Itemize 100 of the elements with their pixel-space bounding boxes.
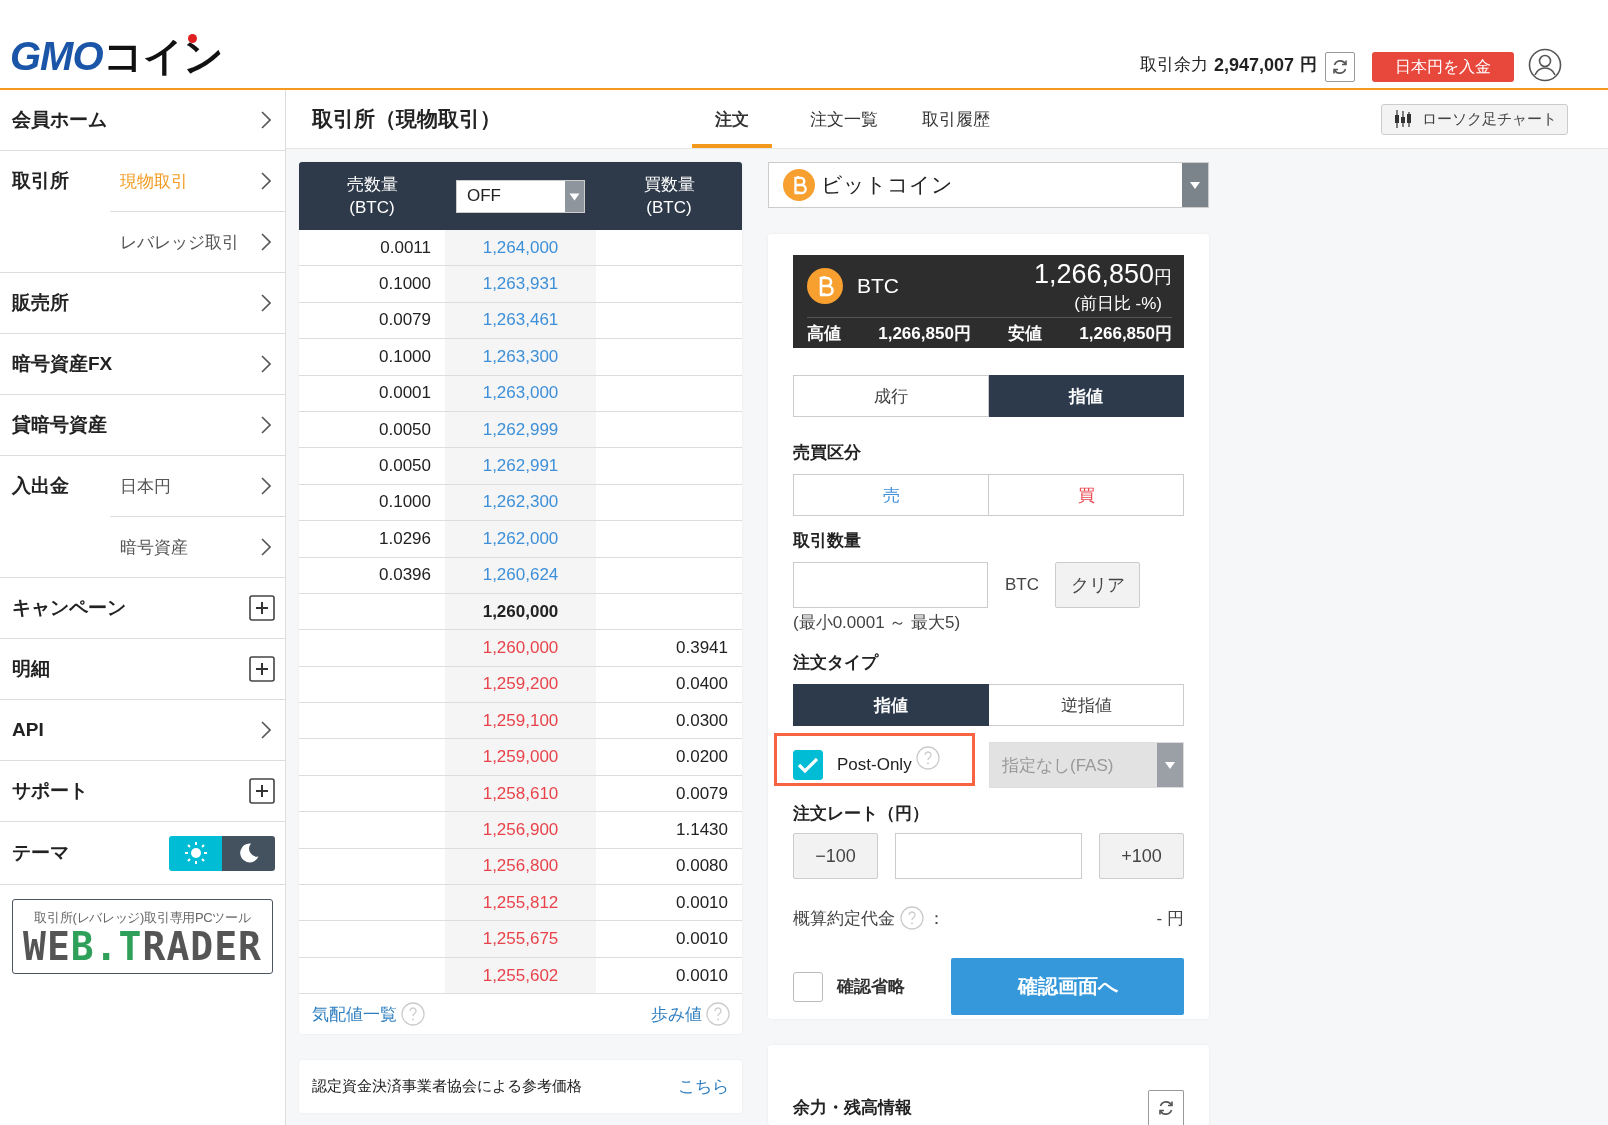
ticker-symbol: BTC — [857, 274, 900, 298]
web-trader-banner[interactable]: 取引所(レバレッジ)取引専用PCツール WEB.TRADER — [12, 899, 273, 974]
quantity-range: (最小0.0001 ～ 最大5) — [793, 612, 962, 634]
low-price: 1,266,850円 — [1079, 322, 1172, 345]
trade-history-link[interactable]: 歩み値 — [651, 1002, 702, 1026]
grouping-select[interactable]: OFF — [456, 179, 585, 213]
sidebar-item[interactable]: 会員ホーム — [0, 90, 285, 151]
order-type-tab[interactable]: 逆指値 — [989, 684, 1184, 726]
buy-quantity-cell-text: 0.0010 — [675, 928, 729, 951]
bid-price-cell[interactable]: 1,255,812 — [445, 885, 596, 921]
check-icon — [797, 756, 819, 774]
bid-price-cell[interactable]: 1,259,100 — [445, 703, 596, 739]
skip-confirm-label: 確認省略 — [837, 976, 905, 998]
ask-price-cell[interactable]: 1,263,000 — [445, 375, 596, 411]
buy-quantity-cell-text: 0.0200 — [675, 746, 729, 769]
chevron-right-icon — [261, 416, 271, 434]
side-button[interactable]: 買 — [989, 474, 1184, 516]
sell-quantity-header: 売数量 (BTC) — [345, 174, 399, 219]
ask-price-cell[interactable]: 1,262,300 — [445, 484, 596, 521]
plus-100-button[interactable]: +100 — [1099, 833, 1184, 879]
refresh-icon — [1157, 1099, 1175, 1117]
buy-quantity-cell-text: 0.0400 — [675, 673, 729, 696]
tab[interactable]: 注文一覧 — [804, 90, 884, 148]
bid-price-cell[interactable]: 1,256,800 — [445, 848, 596, 885]
sidebar-item[interactable]: サポート — [0, 761, 285, 822]
skip-confirm-checkbox[interactable] — [793, 971, 823, 1002]
ask-price-cell[interactable]: 1,262,999 — [445, 411, 596, 448]
buy-quantity-cell-text: 1.1430 — [675, 818, 729, 841]
sell-quantity-cell-text: 0.0050 — [378, 418, 432, 441]
buy-quantity-cell-text: 0.0010 — [675, 891, 729, 914]
chevron-right-icon — [261, 233, 271, 251]
sidebar-group-label: 取引所 — [11, 169, 70, 193]
tab[interactable]: 注文 — [692, 90, 772, 148]
deposit-button[interactable]: 日本円を入金 — [1372, 52, 1514, 82]
sidebar-item[interactable]: 貸暗号資産 — [0, 395, 285, 456]
sidebar-item[interactable]: 明細 — [0, 639, 285, 700]
sidebar-item[interactable]: API — [0, 700, 285, 761]
refresh-button[interactable] — [1148, 1090, 1184, 1125]
logo[interactable]: GMOコイン — [10, 36, 223, 76]
sidebar-subitem[interactable]: レバレッジ取引 — [110, 211, 285, 272]
help-icon[interactable] — [899, 906, 924, 930]
ask-price-cell[interactable]: 1,262,991 — [445, 448, 596, 484]
bid-price-cell[interactable]: 1,259,200 — [445, 666, 596, 703]
sidebar-item[interactable]: 販売所 — [0, 273, 285, 334]
sidebar-group-label: 入出金 — [10, 474, 70, 498]
tab[interactable]: 取引履歴 — [916, 90, 996, 148]
bid-price-cell[interactable]: 1,256,900 — [445, 812, 596, 848]
ask-price-cell[interactable]: 1,260,624 — [445, 557, 596, 593]
post-only-label: Post-Only — [837, 755, 912, 775]
side-button[interactable]: 売 — [793, 474, 989, 516]
sidebar-subitem[interactable]: 現物取引 — [110, 151, 285, 211]
ask-price-cell[interactable]: 1,263,931 — [445, 266, 596, 302]
candlestick-chart-button[interactable]: ローソク足チャート — [1381, 103, 1568, 135]
refresh-button[interactable] — [1325, 52, 1355, 82]
coin-select[interactable]: ビットコイン — [768, 162, 1209, 208]
clear-button[interactable]: クリア — [1055, 562, 1140, 608]
buy-quantity-header: 買数量 (BTC) — [642, 174, 696, 219]
balance-unit: 円 — [1300, 54, 1317, 76]
minus-100-button[interactable]: −100 — [793, 833, 878, 879]
order-type-tab[interactable]: 指値 — [793, 684, 989, 726]
balance-info-title: 余力・残高情報 — [793, 1097, 912, 1119]
buy-quantity-cell-text: 0.3941 — [675, 637, 729, 659]
bid-price-cell[interactable]: 1,260,000 — [445, 630, 596, 666]
quantity-unit: BTC — [1005, 575, 1039, 595]
ask-price-cell[interactable]: 1,263,461 — [445, 302, 596, 339]
refresh-icon — [1331, 58, 1349, 76]
ask-price-cell[interactable]: 1,263,300 — [445, 339, 596, 375]
reference-price-link[interactable]: こちら — [678, 1075, 729, 1099]
moon-icon-button[interactable] — [222, 835, 275, 871]
estimate-value: - 円 — [1156, 907, 1184, 930]
sell-quantity-cell-text: 0.0011 — [379, 236, 432, 259]
help-icon[interactable] — [706, 1002, 730, 1027]
user-icon[interactable] — [1528, 48, 1562, 82]
help-icon[interactable] — [915, 746, 940, 770]
quantity-input[interactable] — [793, 562, 988, 608]
quote-list-link[interactable]: 気配値一覧 — [312, 1002, 397, 1026]
high-label: 高値 — [807, 322, 841, 345]
candlestick-icon — [1394, 109, 1412, 129]
chevron-right-icon — [261, 538, 271, 556]
ask-price-cell[interactable]: 1,262,000 — [445, 521, 596, 557]
chevron-right-icon — [261, 477, 271, 495]
confirm-button[interactable]: 確認画面へ — [951, 958, 1184, 1015]
bid-price-cell[interactable]: 1,258,610 — [445, 775, 596, 812]
bid-price-cell[interactable]: 1,255,602 — [445, 957, 596, 994]
sidebar-item[interactable]: キャンペーン — [0, 578, 285, 639]
bid-price-cell[interactable]: 1,259,000 — [445, 739, 596, 775]
high-price: 1,266,850円 — [878, 322, 971, 345]
execution-type-tab[interactable]: 成行 — [793, 375, 989, 417]
execution-type-tab[interactable]: 指値 — [989, 375, 1184, 417]
rate-input[interactable] — [895, 833, 1082, 879]
buy-quantity-cell-text: 0.0079 — [675, 782, 729, 805]
post-only-checkbox[interactable] — [793, 750, 823, 780]
sidebar-subitem[interactable]: 暗号資産 — [110, 516, 285, 577]
sun-icon — [183, 841, 208, 865]
chevron-right-icon — [261, 721, 271, 739]
sidebar-subitem[interactable]: 日本円 — [110, 456, 285, 516]
sidebar-item[interactable]: 暗号資産FX — [0, 334, 285, 395]
help-icon[interactable] — [401, 1002, 425, 1027]
bid-price-cell[interactable]: 1,255,675 — [445, 921, 596, 957]
ask-price-cell[interactable]: 1,264,000 — [445, 230, 596, 266]
